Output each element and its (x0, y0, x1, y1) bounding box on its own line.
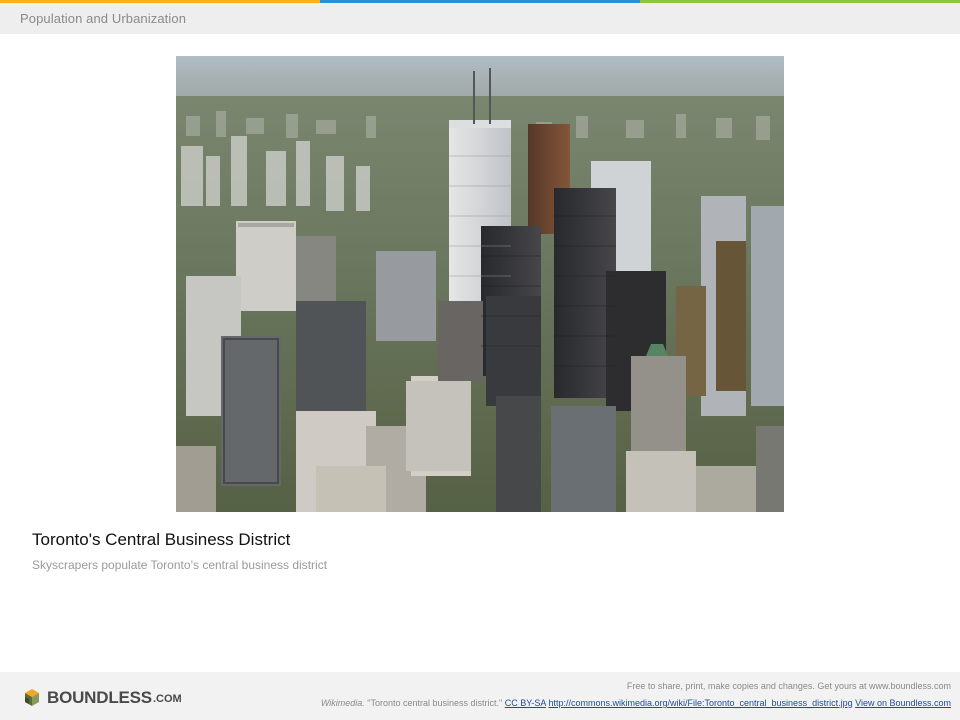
credit-text: "Toronto central business district." (364, 698, 505, 708)
header-bar: Population and Urbanization (0, 3, 960, 34)
city-skyline-image (176, 56, 784, 512)
toronto-cbd-photo (176, 56, 784, 512)
share-notice: Free to share, print, make copies and ch… (626, 681, 951, 691)
boundless-logo[interactable]: BOUNDLESS .COM (22, 688, 182, 708)
chapter-title: Population and Urbanization (20, 11, 187, 26)
brand-suffix: .COM (152, 693, 182, 705)
source-url-link[interactable]: http://commons.wikimedia.org/wiki/File:T… (548, 698, 852, 708)
boundless-cube-icon (25, 689, 39, 706)
caption-title: Toronto's Central Business District (32, 530, 291, 549)
license-link[interactable]: CC BY-SA (505, 698, 546, 708)
image-credit: Wikimedia. "Toronto central business dis… (321, 698, 951, 708)
caption-subtitle: Skyscrapers populate Toronto’s central b… (32, 558, 328, 572)
credit-source: Wikimedia. (320, 698, 365, 708)
view-on-boundless-link[interactable]: View on Boundless.com (855, 698, 951, 708)
brand-name: BOUNDLESS (47, 688, 152, 707)
footer: BOUNDLESS .COM Free to share, print, make… (0, 672, 960, 720)
slide: Population and Urbanization Toronto's Ce… (0, 0, 960, 720)
